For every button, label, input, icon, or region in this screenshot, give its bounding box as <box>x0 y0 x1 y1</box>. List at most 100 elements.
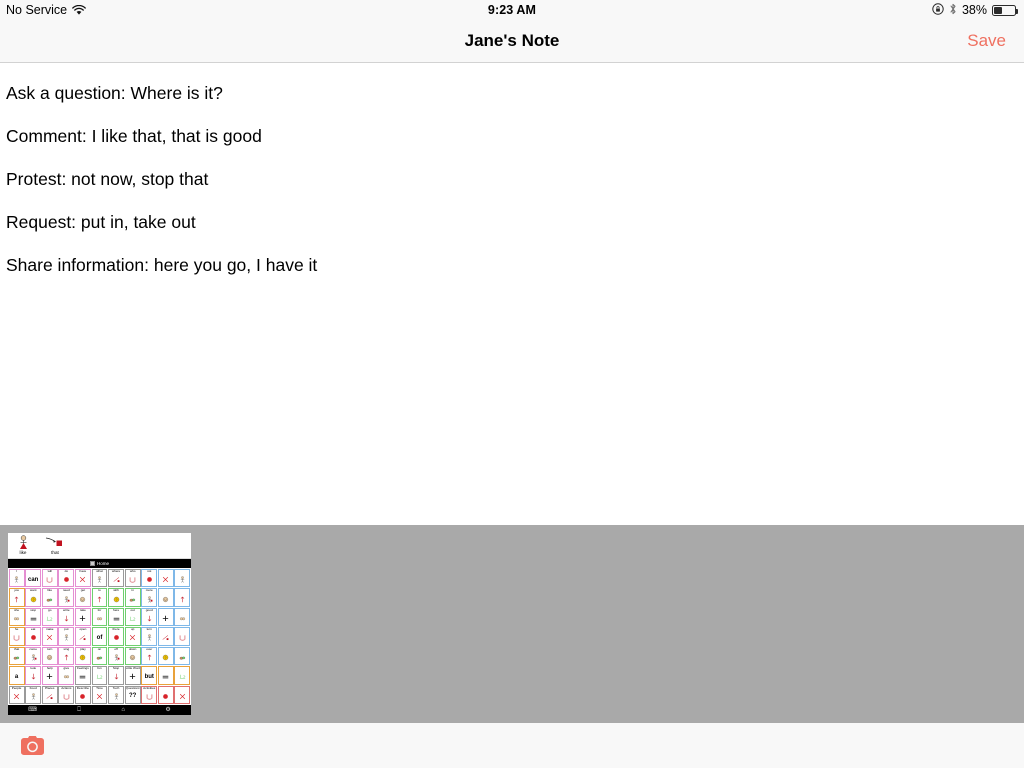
aac-grid-cell[interactable]: he <box>8 627 25 646</box>
aac-grid-cell[interactable]: to <box>91 588 108 607</box>
aac-grid-cell[interactable]: Stop <box>108 666 125 685</box>
aac-grid-cell[interactable]: can <box>25 568 42 588</box>
aac-grid-cell[interactable]: on <box>91 646 108 666</box>
keyboard-icon[interactable]: ⌨ <box>28 707 37 713</box>
aac-cell-label: what <box>96 569 103 573</box>
aac-grid-cell[interactable]: People <box>8 685 25 705</box>
aac-grid-cell[interactable]: what <box>91 568 108 588</box>
aac-grid-cell[interactable]: turn <box>141 627 158 646</box>
aac-word-label: that <box>51 550 59 555</box>
aac-grid-cell[interactable]: Questions??? <box>124 685 141 705</box>
aac-grid-cell[interactable]: make <box>41 627 58 646</box>
aac-grid-cell[interactable]: will <box>41 568 58 588</box>
aac-grid-cell[interactable]: Feelings <box>74 666 91 685</box>
aac-cell-label: write <box>63 608 70 612</box>
aac-grid-cell[interactable]: take <box>74 607 91 627</box>
aac-grid-cell[interactable]: down <box>124 646 141 666</box>
aac-grid-cell[interactable]: ? <box>157 646 174 666</box>
aac-grid-cell[interactable]: I <box>8 568 25 588</box>
camera-button[interactable] <box>18 735 47 757</box>
aac-grid-cell[interactable]: open <box>74 627 91 646</box>
aac-grid-cell[interactable]: eat <box>25 627 42 646</box>
aac-grid-cell[interactable]: she <box>8 607 25 627</box>
aac-grid-cell[interactable]: Describe <box>74 685 91 705</box>
aac-grid-cell[interactable]: fun <box>91 666 108 685</box>
aac-grid-cell[interactable]: Tech <box>108 685 125 705</box>
aac-cell-symbol-icon <box>175 687 189 704</box>
home-icon[interactable]: ⌂ <box>121 707 125 713</box>
aac-cell-symbol-icon <box>159 589 173 606</box>
aac-cell-label: Time <box>96 686 103 690</box>
aac-grid-cell[interactable]: up <box>124 627 141 646</box>
aac-grid-cell[interactable]: that <box>8 646 25 666</box>
aac-cell-label: need <box>62 589 70 593</box>
aac-grid-cell[interactable] <box>174 666 191 685</box>
aac-grid-cell[interactable]: more <box>141 588 158 607</box>
aac-grid-cell[interactable]: out <box>124 607 141 627</box>
aac-grid-cell[interactable]: Time <box>91 685 108 705</box>
aac-grid-cell[interactable] <box>174 607 191 627</box>
aac-grid-cell[interactable]: here <box>108 607 125 627</box>
aac-grid-cell[interactable]: sing <box>58 646 75 666</box>
aac-grid-cell[interactable]: Food <box>25 685 42 705</box>
aac-grid-cell[interactable]: for <box>91 607 108 627</box>
aac-grid-cell[interactable] <box>174 685 191 705</box>
aac-grid-cell[interactable] <box>157 588 174 607</box>
aac-grid-cell[interactable]: Activities <box>141 685 158 705</box>
aac-grid-cell[interactable]: get <box>74 588 91 607</box>
aac-grid-cell[interactable]: of <box>91 627 108 646</box>
aac-grid-cell[interactable]: play? <box>74 646 91 666</box>
aac-grid-cell[interactable]: but <box>141 666 158 685</box>
aac-grid-cell[interactable] <box>157 666 174 685</box>
attachment-thumbnail[interactable]: like that Home Ican will do have what wh… <box>8 533 191 715</box>
aac-grid-cell[interactable]: write <box>58 607 75 627</box>
save-button[interactable]: Save <box>967 31 1006 51</box>
aac-grid-cell[interactable]: who <box>124 568 141 588</box>
aac-grid-cell[interactable] <box>157 627 174 646</box>
aac-grid-cell[interactable]: a <box>8 666 25 685</box>
aac-grid-cell[interactable]: put <box>58 627 75 646</box>
aac-grid-cell[interactable]: give <box>58 666 75 685</box>
aac-grid-cell[interactable]: turn <box>41 646 58 666</box>
aac-grid-cell[interactable]: not <box>141 568 158 588</box>
aac-grid-cell[interactable] <box>174 568 191 588</box>
note-line: Comment: I like that, that is good <box>6 126 262 146</box>
aac-grid-cell[interactable] <box>174 588 191 607</box>
aac-grid-cell[interactable] <box>157 685 174 705</box>
aac-cell-label: here <box>112 608 120 612</box>
aac-grid-cell[interactable]: go <box>41 607 58 627</box>
aac-grid-cell[interactable]: stop <box>25 607 42 627</box>
aac-grid-cell[interactable]: need <box>58 588 75 607</box>
aac-grid-cell[interactable]: where <box>108 568 125 588</box>
aac-grid-cell[interactable]: help <box>41 666 58 685</box>
aac-cell-symbol-icon: ? <box>159 648 173 665</box>
aac-grid-cell[interactable]: Little Words <box>124 666 141 685</box>
aac-grid-cell[interactable]: come <box>25 646 42 666</box>
aac-grid-cell[interactable]: Places <box>41 685 58 705</box>
aac-grid-cell[interactable]: have <box>74 568 91 588</box>
aac-cell-label: give <box>63 667 70 671</box>
aac-grid-cell[interactable]: you <box>8 588 25 607</box>
aac-grid-cell[interactable]: look <box>25 666 42 685</box>
aac-bottom-nav[interactable]: ⌨ ⎕ ⌂ ⚙ <box>8 705 191 715</box>
gear-icon[interactable]: ⚙ <box>165 707 170 713</box>
aac-grid-cell[interactable]: good <box>141 607 158 627</box>
keyboard-icon[interactable]: ⎕ <box>77 707 81 713</box>
navigation-bar: Jane's Note Save <box>0 20 1024 63</box>
aac-grid-cell[interactable] <box>174 627 191 646</box>
aac-grid-cell[interactable]: off <box>108 646 125 666</box>
aac-grid-cell[interactable]: do <box>58 568 75 588</box>
aac-grid-cell[interactable] <box>157 607 174 627</box>
aac-grid-cell[interactable] <box>157 568 174 588</box>
aac-home-bar[interactable]: Home <box>8 559 191 568</box>
note-text-area[interactable]: Ask a question: Where is it? Comment: I … <box>0 64 1024 525</box>
aac-grid-cell[interactable]: in <box>124 588 141 607</box>
aac-grid-cell[interactable]: want? <box>25 588 42 607</box>
aac-grid-cell[interactable] <box>174 646 191 666</box>
aac-grid-cell[interactable]: like <box>41 588 58 607</box>
aac-grid-cell[interactable]: Actions <box>58 685 75 705</box>
aac-grid-cell[interactable]: with? <box>108 588 125 607</box>
aac-symbol-grid[interactable]: Ican will do have what where who not you want? lik… <box>8 568 191 705</box>
aac-grid-cell[interactable]: there <box>108 627 125 646</box>
aac-grid-cell[interactable]: over <box>141 646 158 666</box>
